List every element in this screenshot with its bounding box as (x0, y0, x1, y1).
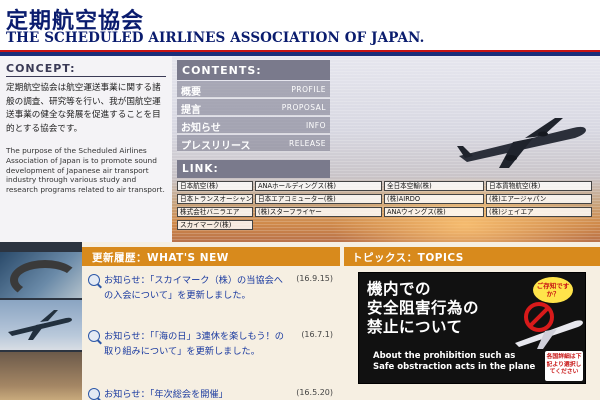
menu-item-label-en: RELEASE (289, 139, 326, 148)
menu-item-label-en: PROFILE (291, 85, 326, 94)
magnifier-icon (88, 388, 100, 400)
link-item[interactable]: (株)エアージャパン (486, 194, 592, 204)
link-item[interactable]: (株)ジェイエア (486, 207, 592, 217)
link-item[interactable]: 日本エアコミューター(株) (255, 194, 382, 204)
menu-item-label-ja: プレスリリース (181, 141, 251, 152)
news-link[interactable]: お知らせ：「「海の日」3連休を楽しもう！の取り組みについて」を更新しました。 (104, 329, 290, 359)
prohibition-airplane-icon (515, 302, 583, 349)
magnifier-icon (88, 330, 100, 342)
topics-heading: トピックス：TOPICS (352, 252, 464, 264)
news-date: (16.7.1) (301, 330, 333, 339)
menu-item-label-en: PROPOSAL (281, 103, 326, 112)
concept-text-en: The purpose of the Scheduled Airlines As… (6, 146, 165, 195)
concept-text-ja: 定期航空協会は航空運送事業に関する諸般の調査、研究等を行い、我が国航空運送事業の… (6, 83, 161, 134)
link-heading: LINK: (177, 160, 330, 178)
link-item[interactable]: 全日本空輸(株) (384, 181, 484, 191)
news-link[interactable]: お知らせ：「年次総会を開催」 (104, 387, 290, 400)
detail-badge: 各国詳細は下記より選択してください (545, 351, 583, 381)
link-item[interactable]: 日本航空(株) (177, 181, 253, 191)
link-item[interactable]: スカイマーク(株) (177, 220, 253, 230)
link-item[interactable]: ANAウイングス(株) (384, 207, 484, 217)
link-item[interactable]: ANAホールディングス(株) (255, 181, 382, 191)
menu-item-profile[interactable]: 概要 PROFILE (177, 81, 330, 98)
menu-item-release[interactable]: プレスリリース RELEASE (177, 135, 330, 152)
topics-banner[interactable]: 機内での 安全阻害行為の 禁止について About the prohibitio… (358, 272, 586, 384)
menu-item-label-en: INFO (305, 121, 326, 130)
airport-photo (0, 352, 82, 400)
menu-item-label-ja: 提言 (181, 105, 201, 116)
site-title-en[interactable]: THE SCHEDULED AIRLINES ASSOCIATION OF JA… (6, 30, 424, 46)
concept-divider (6, 76, 166, 77)
banner-english-1: About the prohibition such as (373, 351, 516, 361)
menu-item-label-ja: 概要 (181, 87, 201, 98)
news-heading: 更新履歴：WHAT'S NEW (92, 252, 229, 264)
news-date: (16.9.15) (296, 274, 333, 283)
airplane-image (457, 118, 586, 168)
news-item[interactable]: お知らせ：「スカイマーク（株）の当協会への入会について」を更新しました。 (16… (88, 273, 333, 319)
small-airplane-icon (8, 310, 72, 340)
question-bubble: ご存知ですか？ (533, 277, 573, 303)
banner-headline-3: 禁止について (367, 318, 463, 336)
menu-item-info[interactable]: お知らせ INFO (177, 117, 330, 134)
menu-item-label-ja: お知らせ (181, 123, 221, 134)
link-item[interactable]: (株)AIRDO (384, 194, 484, 204)
link-item[interactable]: 日本トランスオーシャン(株) (177, 194, 253, 204)
news-item[interactable]: お知らせ：「年次総会を開催」 (16.5.20) (88, 387, 333, 400)
menu-item-proposal[interactable]: 提言 PROPOSAL (177, 99, 330, 116)
banner-english-2: Safe obstraction acts in the plane (373, 362, 536, 372)
engine-photo (0, 252, 82, 300)
site-header: 定期航空協会 THE SCHEDULED AIRLINES ASSOCIATIO… (0, 0, 600, 56)
news-item[interactable]: お知らせ：「「海の日」3連休を楽しもう！の取り組みについて」を更新しました。 (… (88, 329, 333, 375)
news-date: (16.5.20) (296, 388, 333, 397)
contents-heading: CONTENTS: (177, 60, 330, 80)
magnifier-icon (88, 274, 100, 286)
news-link[interactable]: お知らせ：「スカイマーク（株）の当協会への入会について」を更新しました。 (104, 273, 290, 303)
plane-sky-photo (0, 300, 82, 350)
link-item[interactable]: 日本貨物航空(株) (486, 181, 592, 191)
link-item[interactable]: 株式会社バニラエア (177, 207, 253, 217)
link-item[interactable]: (株)スターフライヤー (255, 207, 382, 217)
concept-heading: CONCEPT: (6, 62, 76, 75)
